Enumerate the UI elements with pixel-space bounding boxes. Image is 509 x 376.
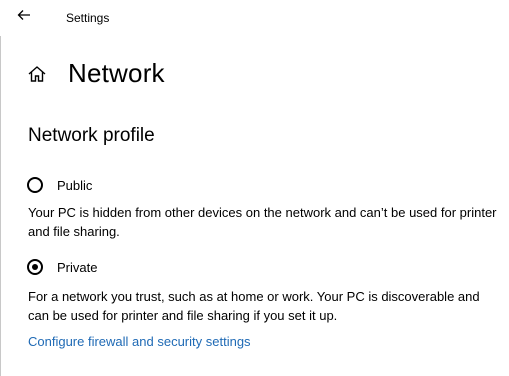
title-bar: Settings [0,0,509,36]
radio-circle-public[interactable] [27,177,43,193]
home-icon[interactable] [27,64,47,84]
section-title-network-profile: Network profile [28,125,155,146]
configure-firewall-link[interactable]: Configure firewall and security settings [28,334,251,349]
window-left-border [0,36,1,376]
description-public: Your PC is hidden from other devices on … [28,205,497,239]
back-arrow-icon [16,7,40,23]
radio-label-public: Public [57,177,93,193]
radio-private[interactable]: Private [27,259,97,275]
back-button[interactable] [16,7,40,29]
radio-public[interactable]: Public [27,177,92,193]
window-title: Settings [66,11,110,25]
description-private: For a network you trust, such as at home… [28,289,480,323]
radio-label-private: Private [57,259,98,275]
radio-circle-private[interactable] [27,259,43,275]
page-title: Network [68,58,165,88]
